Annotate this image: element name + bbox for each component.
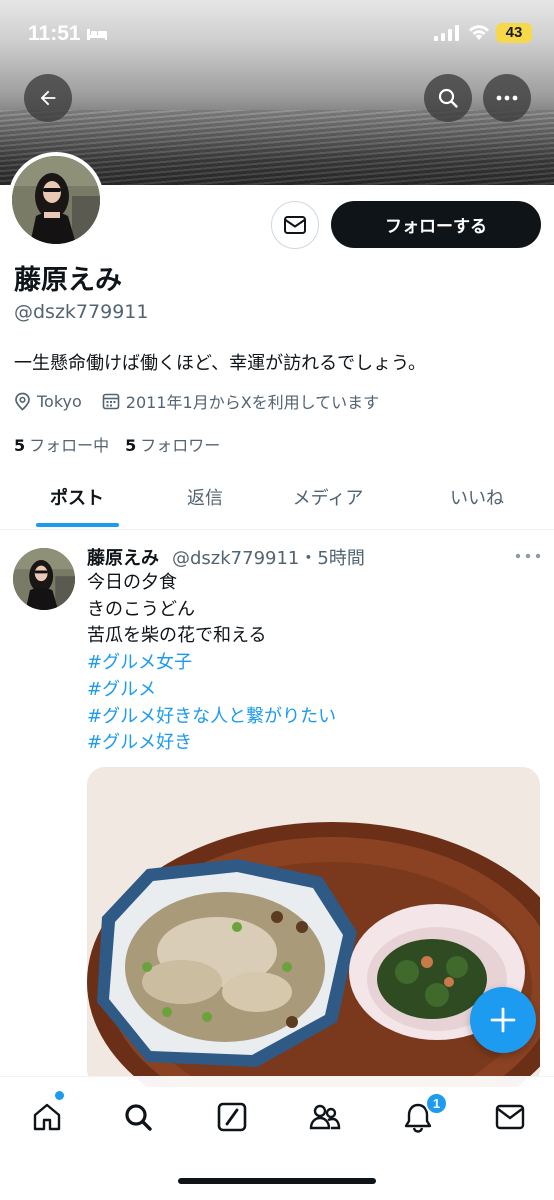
followers-label: フォロワー [140,436,221,455]
food-photo [87,767,540,1087]
nav-explore[interactable] [118,1097,158,1137]
communities-icon [309,1104,341,1130]
home-icon [33,1103,61,1131]
tab-posts[interactable]: ポスト [18,465,136,529]
post-author-name[interactable]: 藤原えみ [87,544,159,570]
home-unread-dot [55,1091,64,1100]
hashtag-link[interactable]: #グルメ [87,677,336,704]
notification-count-badge: 1 [425,1092,448,1115]
search-icon [125,1104,152,1131]
home-indicator-bar [178,1178,376,1184]
nav-communities[interactable] [305,1097,345,1137]
avatar-photo [12,156,100,244]
following-link[interactable]: 5 フォロー中 [14,436,109,455]
status-time: 11:51 [28,22,81,45]
post-more-icon[interactable] [514,546,542,566]
display-name: 藤原えみ [14,265,122,296]
post-author-avatar[interactable] [13,548,75,610]
wifi-icon [469,25,489,40]
messages-icon [495,1104,525,1130]
location-text: Tokyo [37,391,82,411]
search-button[interactable] [424,74,472,122]
joined-item: 2011年1月からXを利用しています [102,389,379,413]
follow-stats: 5 フォロー中 5 フォロワー [14,432,220,456]
post-line: 苦瓜を柴の花で和える [87,625,267,647]
hashtag-link[interactable]: #グルメ女子 [87,650,336,677]
profile-avatar[interactable] [8,152,104,248]
nav-messages[interactable] [490,1097,530,1137]
profile-bio: 一生懸命働けば働くほど、幸運が訪れるでしょう。 [14,353,427,374]
profile-handle: @dszk779911 [14,301,149,323]
profile-meta: Tokyo 2011年1月からXを利用しています [14,389,399,413]
hashtag-link[interactable]: #グルメ好き [87,730,336,757]
sleep-focus-icon [87,29,107,40]
tab-media[interactable]: メディア [268,465,388,529]
avatar-photo [13,548,75,610]
post-line: 今日の夕食 [87,572,177,593]
cellular-signal-icon [434,25,459,41]
calendar-icon [102,393,120,410]
location-item: Tokyo [14,392,82,411]
plus-icon [490,1007,516,1033]
tab-active-indicator [36,523,119,527]
more-dots-icon [496,95,518,101]
followers-count: 5 [125,436,137,455]
status-bar: 11:51 43 [0,0,554,66]
tab-likes[interactable]: いいね [418,465,536,529]
nav-home[interactable] [27,1097,67,1137]
following-label: フォロー中 [29,436,110,455]
mail-icon [284,216,306,234]
more-options-button[interactable] [483,74,531,122]
post-line: きのこうどん [87,598,195,620]
back-arrow-icon [40,90,56,106]
profile-tabs: ポスト 返信 メディア いいね [0,465,554,530]
search-icon [438,88,458,108]
post-author-meta: @dszk779911・5時間 [172,548,365,569]
nav-grok[interactable] [212,1097,252,1137]
post-media-image[interactable] [87,767,540,1087]
post-text: 今日の夕食 きのこうどん 苦瓜を柴の花で和える #グルメ女子 #グルメ #グルメ… [87,570,336,757]
grok-icon [217,1102,247,1132]
tab-replies[interactable]: 返信 [146,465,264,529]
followers-link[interactable]: 5 フォロワー [125,436,220,455]
message-button[interactable] [271,201,319,249]
following-count: 5 [14,436,26,455]
joined-text: 2011年1月からXを利用しています [125,393,380,412]
back-button[interactable] [24,74,72,122]
hashtag-link[interactable]: #グルメ好きな人と繋がりたい [87,704,336,731]
battery-indicator: 43 [496,23,532,43]
follow-button[interactable]: フォローする [331,201,541,248]
location-pin-icon [15,392,30,411]
compose-post-button[interactable] [470,987,536,1053]
